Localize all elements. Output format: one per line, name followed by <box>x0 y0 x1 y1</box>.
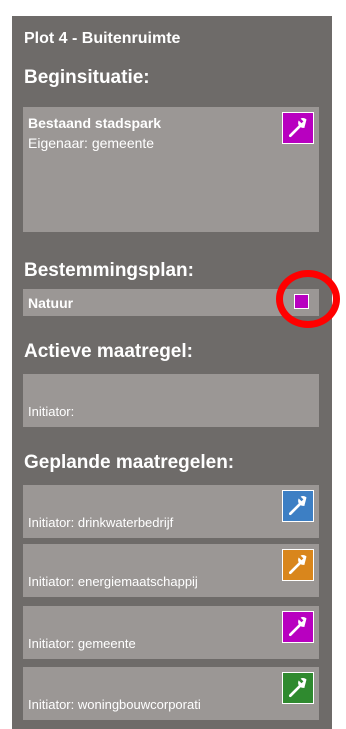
geplande-maatregel-wrench-button[interactable] <box>282 490 314 522</box>
beginsituatie-heading: Beginsituatie: <box>24 67 150 88</box>
wrench-icon <box>288 617 307 637</box>
bestemmingsplan-value: Natuur <box>28 295 74 311</box>
geplande-maatregel-item: Initiator: gemeente <box>23 606 319 659</box>
geplande-maatregel-initiator: Initiator: gemeente <box>28 636 136 651</box>
bestemmingsplan-heading: Bestemmingsplan: <box>24 260 194 281</box>
plot-panel: Plot 4 - Buitenruimte Beginsituatie: Bes… <box>12 16 332 729</box>
panel-title: Plot 4 - Buitenruimte <box>24 30 181 47</box>
highlight-circle <box>276 270 340 328</box>
beginsituatie-name: Bestaand stadspark <box>28 115 162 131</box>
wrench-icon <box>288 118 307 138</box>
geplande-maatregel-wrench-button[interactable] <box>282 672 314 704</box>
geplande-maatregelen-heading: Geplande maatregelen: <box>24 452 235 473</box>
geplande-maatregel-initiator: Initiator: woningbouwcorporati <box>28 697 201 712</box>
geplande-maatregel-initiator: Initiator: energiemaatschappij <box>28 574 198 589</box>
geplande-maatregel-item: Initiator: drinkwaterbedrijf <box>23 485 319 538</box>
bestemmingsplan-card: Natuur <box>23 289 319 316</box>
actieve-maatregel-heading: Actieve maatregel: <box>24 341 193 362</box>
geplande-maatregel-item: Initiator: energiemaatschappij <box>23 544 319 597</box>
actieve-maatregel-card: Initiator: <box>23 374 319 427</box>
geplande-maatregel-initiator: Initiator: drinkwaterbedrijf <box>28 515 174 530</box>
geplande-maatregel-wrench-button[interactable] <box>282 611 314 643</box>
beginsituatie-card: Bestaand stadspark Eigenaar: gemeente <box>23 107 319 232</box>
wrench-icon <box>288 496 307 516</box>
beginsituatie-owner: Eigenaar: gemeente <box>28 135 155 151</box>
actieve-maatregel-initiator: Initiator: <box>28 404 75 419</box>
beginsituatie-wrench-button[interactable] <box>282 112 314 144</box>
wrench-icon <box>288 678 307 698</box>
geplande-maatregel-item: Initiator: woningbouwcorporati <box>23 667 319 720</box>
geplande-maatregel-wrench-button[interactable] <box>282 549 314 581</box>
wrench-icon <box>288 555 307 575</box>
